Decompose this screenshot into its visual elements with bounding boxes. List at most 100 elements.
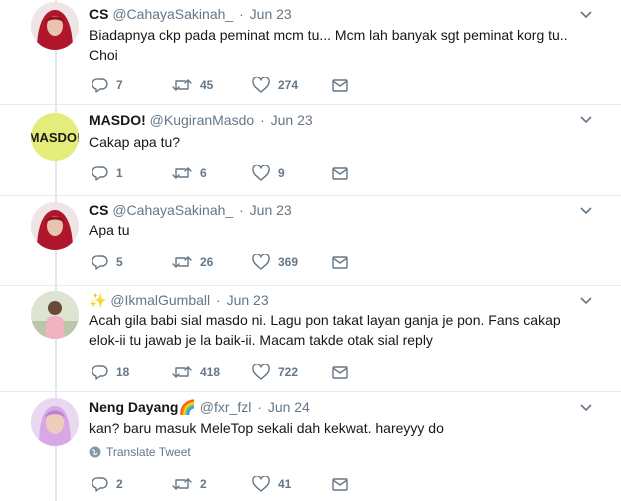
tweet-header: CS @CahayaSakinah_ · Jun 23: [89, 201, 292, 219]
avatar[interactable]: [31, 398, 79, 446]
envelope-icon: [332, 256, 348, 269]
envelope-icon: [332, 366, 348, 379]
retweet-count: 6: [200, 166, 207, 180]
retweet-count: 2: [200, 477, 207, 491]
user-handle[interactable]: @IkmalGumball: [110, 292, 210, 308]
tweet-header: Neng Dayang🌈 @fxr_fzl · Jun 24: [89, 398, 310, 416]
display-name[interactable]: ✨: [89, 292, 106, 308]
retweet-button[interactable]: 26: [172, 252, 213, 272]
like-button[interactable]: 369: [252, 252, 298, 272]
user-handle[interactable]: @CahayaSakinah_: [112, 6, 233, 22]
tweet-text: Cakap apa tu?: [89, 134, 181, 150]
reply-button[interactable]: 5: [92, 252, 123, 272]
tweet-header: ✨ @IkmalGumball · Jun 23: [89, 291, 269, 309]
chevron-down-icon[interactable]: [579, 294, 593, 308]
separator-dot: ·: [216, 292, 221, 308]
like-count: 722: [278, 365, 299, 379]
tweet[interactable]: MASDO! MASDO! @KugiranMasdo · Jun 23 Cak…: [0, 105, 621, 196]
display-name[interactable]: CS: [89, 202, 108, 218]
retweet-icon: [172, 478, 192, 490]
reply-button[interactable]: 1: [92, 163, 123, 183]
chevron-down-icon[interactable]: [579, 8, 593, 22]
reply-button[interactable]: 2: [92, 474, 123, 494]
direct-message-button[interactable]: [332, 252, 356, 272]
retweet-icon: [172, 167, 192, 179]
reply-icon: [92, 477, 108, 492]
tweet-date[interactable]: Jun 23: [250, 6, 292, 22]
translate-tweet-link[interactable]: Translate Tweet: [89, 445, 191, 459]
tweet[interactable]: Neng Dayang🌈 @fxr_fzl · Jun 24 kan? baru…: [0, 392, 621, 501]
separator-dot: ·: [260, 112, 265, 128]
reply-icon: [92, 166, 108, 181]
retweet-count: 418: [200, 365, 221, 379]
like-button[interactable]: 9: [252, 163, 285, 183]
tweet-text: Apa tu: [89, 222, 130, 238]
reply-count: 1: [116, 166, 123, 180]
reply-count: 7: [116, 78, 123, 92]
reply-count: 18: [116, 365, 130, 379]
separator-dot: ·: [239, 202, 244, 218]
retweet-count: 45: [200, 78, 214, 92]
reply-icon: [92, 78, 108, 93]
retweet-button[interactable]: 2: [172, 474, 207, 494]
like-button[interactable]: 41: [252, 474, 291, 494]
like-button[interactable]: 274: [252, 75, 298, 95]
like-count: 369: [278, 255, 299, 269]
direct-message-button[interactable]: [332, 163, 356, 183]
avatar-logo-text: MASDO!: [31, 130, 79, 145]
heart-icon: [252, 476, 270, 492]
user-handle[interactable]: @fxr_fzl: [200, 399, 252, 415]
reply-count: 5: [116, 255, 123, 269]
chevron-down-icon[interactable]: [579, 401, 593, 415]
retweet-button[interactable]: 418: [172, 362, 220, 382]
retweet-button[interactable]: 45: [172, 75, 213, 95]
chevron-down-icon[interactable]: [579, 113, 593, 127]
tweet-text: Acah gila babi sial masdo ni. Lagu pon t…: [89, 312, 561, 348]
user-handle[interactable]: @KugiranMasdo: [150, 112, 255, 128]
reply-button[interactable]: 7: [92, 75, 123, 95]
heart-icon: [252, 364, 270, 380]
envelope-icon: [332, 79, 348, 92]
tweet[interactable]: CS @CahayaSakinah_ · Jun 23 Biadapnya ck…: [0, 0, 621, 105]
envelope-icon: [332, 167, 348, 180]
avatar[interactable]: MASDO!: [31, 113, 79, 161]
translate-label: Translate Tweet: [106, 445, 191, 459]
retweet-button[interactable]: 6: [172, 163, 207, 183]
tweet-date[interactable]: Jun 24: [268, 399, 310, 415]
retweet-icon: [172, 366, 192, 378]
avatar[interactable]: [31, 202, 79, 250]
tweet-header: MASDO! @KugiranMasdo · Jun 23: [89, 111, 313, 129]
direct-message-button[interactable]: [332, 362, 356, 382]
tweet-date[interactable]: Jun 23: [250, 202, 292, 218]
user-handle[interactable]: @CahayaSakinah_: [112, 202, 233, 218]
separator-dot: ·: [239, 6, 244, 22]
tweet-date[interactable]: Jun 23: [271, 112, 313, 128]
reply-icon: [92, 255, 108, 270]
tweet-date[interactable]: Jun 23: [227, 292, 269, 308]
display-name[interactable]: CS: [89, 6, 108, 22]
heart-icon: [252, 77, 270, 93]
envelope-icon: [332, 478, 348, 491]
tweet[interactable]: ✨ @IkmalGumball · Jun 23 Acah gila babi …: [0, 286, 621, 392]
chevron-down-icon[interactable]: [579, 204, 593, 218]
like-button[interactable]: 722: [252, 362, 298, 382]
tweet-header: CS @CahayaSakinah_ · Jun 23: [89, 5, 292, 23]
separator-dot: ·: [257, 399, 262, 415]
display-name[interactable]: MASDO!: [89, 112, 146, 128]
tweet-text: Biadapnya ckp pada peminat mcm tu... Mcm…: [89, 27, 568, 63]
retweet-icon: [172, 256, 192, 268]
like-count: 9: [278, 166, 285, 180]
avatar[interactable]: [31, 291, 79, 339]
like-count: 274: [278, 78, 299, 92]
heart-icon: [252, 254, 270, 270]
direct-message-button[interactable]: [332, 75, 356, 95]
tweet[interactable]: CS @CahayaSakinah_ · Jun 23 Apa tu 5 26 …: [0, 196, 621, 286]
retweet-icon: [172, 79, 192, 91]
direct-message-button[interactable]: [332, 474, 356, 494]
tweet-text: kan? baru masuk MeleTop sekali dah kekwa…: [89, 420, 444, 436]
display-name[interactable]: Neng Dayang🌈: [89, 399, 196, 415]
reply-icon: [92, 365, 108, 380]
globe-icon: [89, 446, 101, 458]
reply-button[interactable]: 18: [92, 362, 129, 382]
avatar[interactable]: [31, 2, 79, 50]
